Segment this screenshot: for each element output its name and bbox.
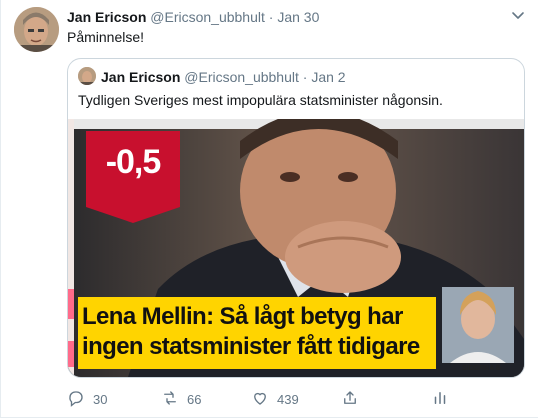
like-button[interactable]: 439: [251, 388, 299, 410]
like-count: 439: [277, 391, 299, 407]
reply-icon: [67, 389, 85, 410]
tweet-text: Påminnelse!: [67, 29, 145, 45]
quoted-author-name: Jan Ericson: [101, 69, 181, 85]
analytics-icon: [431, 389, 449, 410]
quoted-handle: @Ericson_ubbhult: [184, 69, 299, 85]
reply-count: 30: [93, 391, 108, 407]
retweet-button[interactable]: 66: [161, 388, 201, 410]
analytics-button[interactable]: [431, 388, 449, 410]
tweet-header: Jan Ericson @Ericson_ubbhult · Jan 30: [67, 8, 319, 26]
retweet-count: 66: [187, 391, 202, 407]
headline-line1: Lena Mellin: Så lågt betyg har: [82, 303, 403, 330]
badge-value: -0,5: [105, 143, 162, 181]
quoted-text: Tydligen Sveriges mest impopulära statsm…: [78, 92, 443, 108]
tweet[interactable]: Jan Ericson @Ericson_ubbhult · Jan 30 På…: [0, 0, 538, 418]
headline-line2: ingen statsminister fått tidigare: [82, 333, 420, 360]
meta-separator: ·: [268, 9, 274, 25]
quoted-date: Jan 2: [311, 69, 346, 85]
author-name[interactable]: Jan Ericson: [67, 9, 146, 25]
reply-button[interactable]: 30: [67, 388, 107, 410]
share-icon: [341, 389, 359, 410]
chevron-down-icon[interactable]: [509, 6, 527, 24]
action-bar: 30 66 439: [67, 388, 467, 410]
tweet-date[interactable]: Jan 30: [277, 9, 319, 25]
quoted-header: Jan Ericson @Ericson_ubbhult · Jan 2: [101, 68, 346, 86]
avatar[interactable]: [14, 7, 59, 52]
author-handle[interactable]: @Ericson_ubbhult: [150, 9, 265, 25]
like-icon: [251, 389, 269, 410]
quoted-avatar[interactable]: [78, 67, 96, 85]
quoted-separator: ·: [302, 69, 308, 85]
quoted-tweet[interactable]: Jan Ericson @Ericson_ubbhult · Jan 2 Tyd…: [67, 58, 525, 378]
retweet-icon: [161, 389, 179, 410]
corner-caption: SIDORNA 6-: [462, 365, 503, 372]
share-button[interactable]: [341, 388, 359, 410]
quoted-image[interactable]: -0,5 Lena Mellin: Så lågt betyg har inge…: [68, 119, 524, 377]
